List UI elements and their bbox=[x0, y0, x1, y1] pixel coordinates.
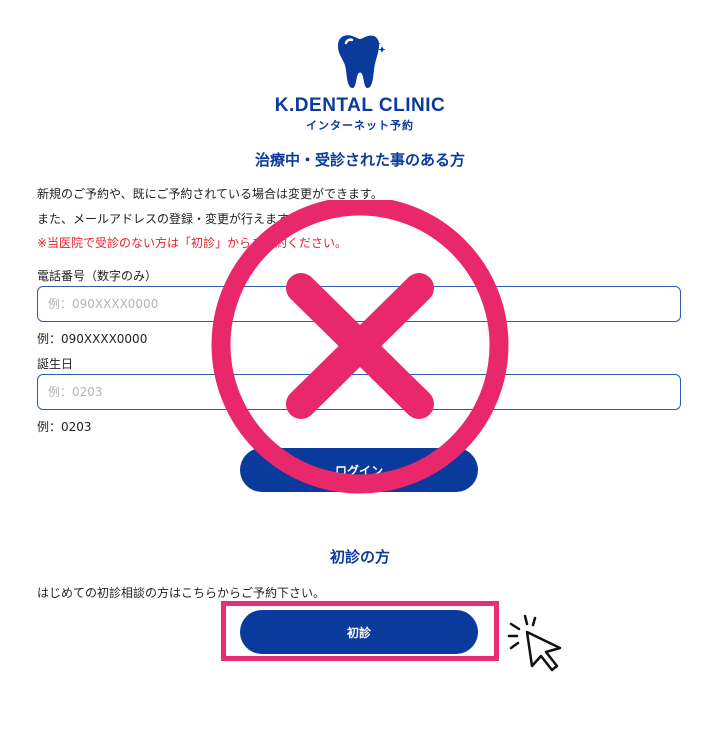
phone-example: 例：090XXXX0000 bbox=[37, 332, 148, 346]
first-visit-description: はじめての初診相談の方はこちらからご予約下さい。 bbox=[37, 586, 326, 600]
phone-label: 電話番号（数字のみ） bbox=[37, 269, 158, 283]
clinic-subtitle: インターネット予約 bbox=[306, 119, 414, 132]
tooth-logo-icon bbox=[338, 35, 386, 89]
first-visit-section-title: 初診の方 bbox=[329, 548, 390, 566]
click-pointer-icon bbox=[507, 614, 562, 672]
birthday-label: 誕生日 bbox=[37, 357, 74, 371]
birthday-example: 例：0203 bbox=[37, 420, 92, 434]
cross-circle-icon bbox=[211, 200, 509, 494]
first-visit-highlight-frame bbox=[221, 601, 499, 661]
clinic-name: K.DENTAL CLINIC bbox=[274, 95, 446, 116]
returning-section-title: 治療中・受診された事のある方 bbox=[254, 151, 465, 169]
